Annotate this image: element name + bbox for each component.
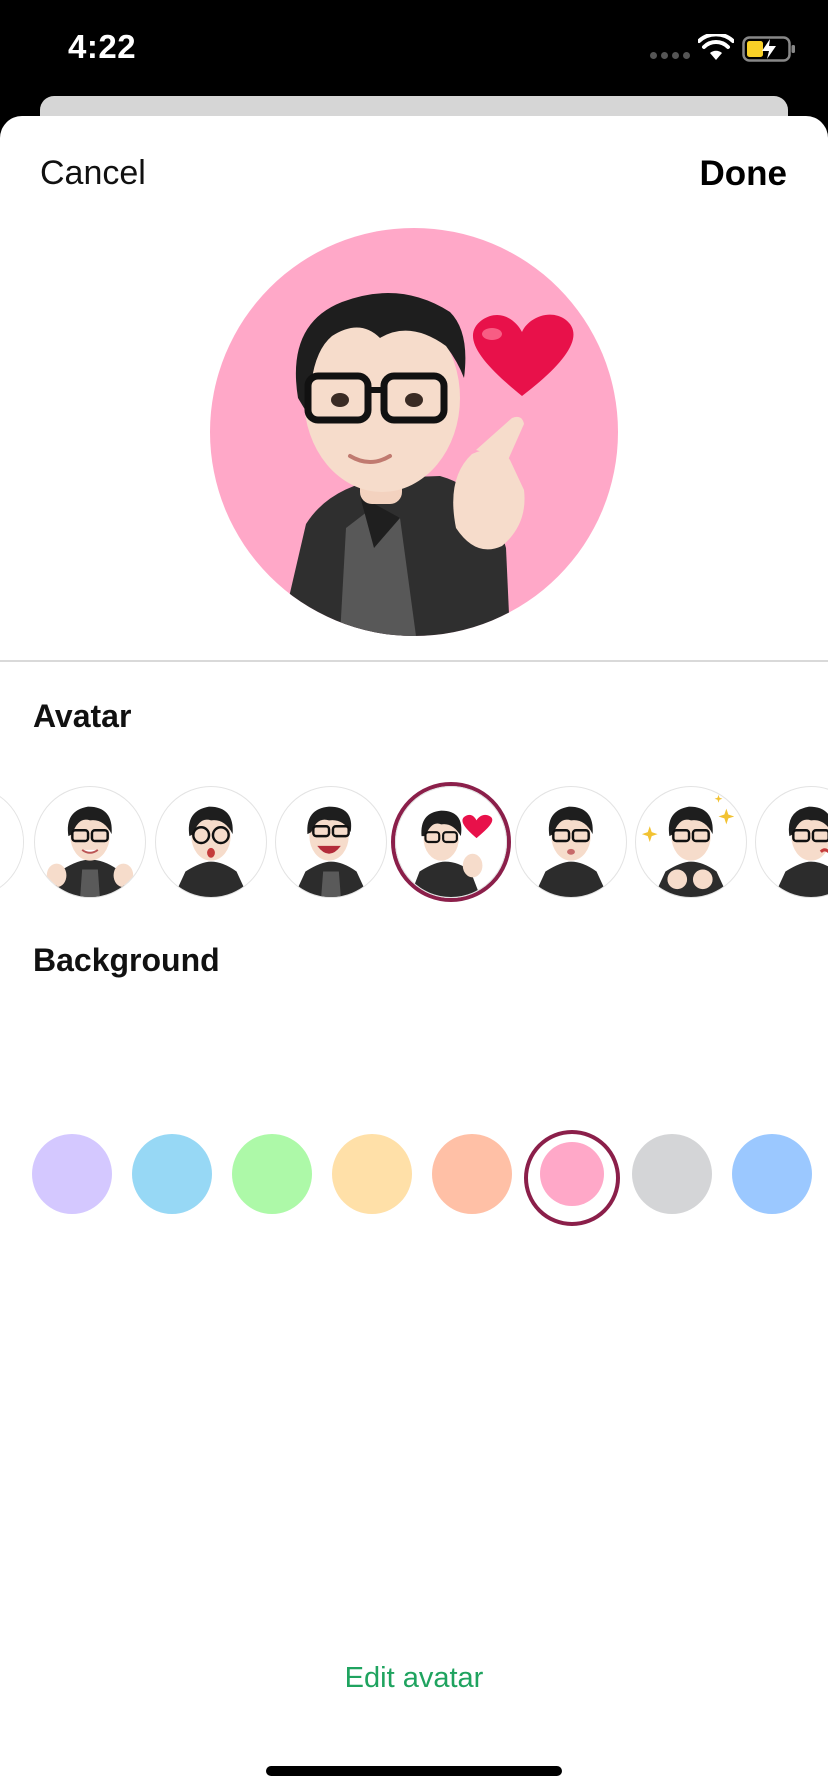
avatar-option-kiss[interactable] <box>515 786 627 898</box>
status-time: 4:22 <box>68 28 137 65</box>
home-indicator <box>266 1766 562 1776</box>
avatar-options-row <box>0 780 828 904</box>
background-color-swatch[interactable] <box>632 1134 712 1214</box>
avatar-option-surprised[interactable] <box>155 786 267 898</box>
background-color-swatch[interactable] <box>332 1134 412 1214</box>
avatar-option-partial[interactable] <box>0 786 24 898</box>
avatar-section-title: Avatar <box>33 698 132 734</box>
avatar-option-laughing[interactable] <box>275 786 387 898</box>
avatar-option-wink-partial[interactable] <box>755 786 828 898</box>
background-color-swatch[interactable] <box>32 1134 112 1214</box>
background-color-swatch[interactable] <box>432 1134 512 1214</box>
done-button[interactable]: Done <box>700 154 788 194</box>
cancel-button[interactable]: Cancel <box>40 154 146 193</box>
avatar-editor-sheet: Cancel Done Avatar Background Edit avata… <box>0 116 828 1792</box>
background-color-swatch-selected[interactable] <box>540 1142 604 1206</box>
avatar-preview-image <box>210 228 618 636</box>
background-color-swatch[interactable] <box>232 1134 312 1214</box>
status-bar: 4:22 <box>0 0 828 100</box>
avatar-option-thumbs-up[interactable] <box>34 786 146 898</box>
cellular-signal-icon <box>650 52 690 59</box>
avatar-preview <box>210 228 618 636</box>
battery-charging-icon <box>742 36 795 62</box>
background-section-title: Background <box>33 942 220 978</box>
background-color-row <box>0 1130 828 1226</box>
background-color-swatch[interactable] <box>132 1134 212 1214</box>
edit-avatar-link[interactable]: Edit avatar <box>0 1662 828 1695</box>
divider <box>0 660 828 662</box>
avatar-option-finger-heart[interactable] <box>395 786 507 898</box>
avatar-option-sparkles[interactable] <box>635 786 747 898</box>
wifi-icon <box>698 34 734 60</box>
background-color-swatch[interactable] <box>732 1134 812 1214</box>
